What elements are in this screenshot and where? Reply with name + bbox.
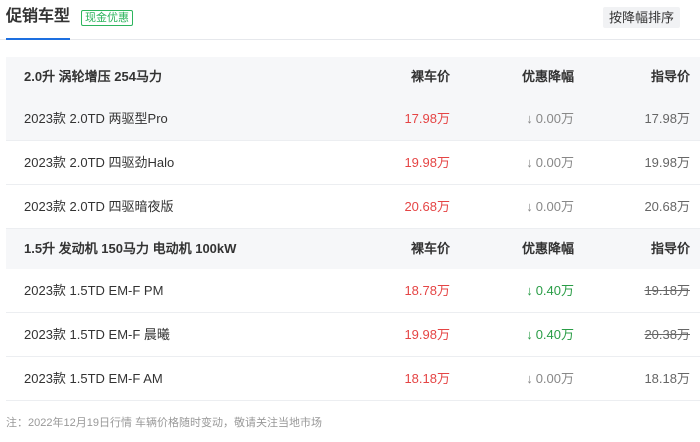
bare-price: 19.98万 — [404, 327, 450, 342]
bare-price: 18.18万 — [404, 371, 450, 386]
price-drop: ↓ 0.40万 — [526, 313, 574, 357]
price-drop-value: 0.00万 — [535, 371, 574, 386]
arrow-down-icon: ↓ — [526, 111, 533, 126]
active-tab-indicator — [6, 38, 70, 40]
arrow-down-icon: ↓ — [526, 327, 533, 342]
guide-price: 20.38万 — [644, 327, 690, 342]
price-drop-value: 0.40万 — [535, 283, 574, 298]
page-header: 促销车型 现金优惠 按降幅排序 — [0, 0, 700, 40]
guide-price: 20.68万 — [644, 199, 690, 214]
cash-discount-badge: 现金优惠 — [81, 10, 133, 26]
price-drop-value: 0.40万 — [535, 327, 574, 342]
arrow-down-icon: ↓ — [526, 283, 533, 298]
table-row[interactable]: 2023款 2.0TD 四驱劲Halo 19.98万 ↓ 0.00万 19.98万 — [6, 141, 700, 185]
table-row[interactable]: 2023款 1.5TD EM-F 晨曦 19.98万 ↓ 0.40万 20.38万 — [6, 313, 700, 357]
promo-table: 2.0升 涡轮增压 254马力 裸车价 优惠降幅 指导价 2023款 2.0TD 两驱型… — [6, 57, 700, 401]
bare-price: 19.98万 — [404, 155, 450, 170]
column-header-price: 裸车价 — [410, 69, 450, 84]
model-name-link[interactable]: 2023款 2.0TD 两驱型Pro — [24, 97, 168, 141]
price-drop-value: 0.00万 — [535, 155, 574, 170]
column-header-guide: 指导价 — [650, 69, 690, 84]
bare-price: 17.98万 — [404, 111, 450, 126]
price-drop: ↓ 0.00万 — [526, 97, 574, 141]
tab-promo-models[interactable]: 促销车型 — [6, 6, 70, 28]
engine-spec-label: 2.0升 涡轮增压 254马力 — [24, 69, 162, 84]
arrow-down-icon: ↓ — [526, 371, 533, 386]
model-name-link[interactable]: 2023款 1.5TD EM-F AM — [24, 357, 163, 401]
sort-by-drop-button[interactable]: 按降幅排序 — [603, 7, 680, 28]
model-name-link[interactable]: 2023款 1.5TD EM-F PM — [24, 269, 163, 313]
bare-price: 18.78万 — [404, 283, 450, 298]
arrow-down-icon: ↓ — [526, 199, 533, 214]
column-header-guide: 指导价 — [650, 241, 690, 256]
table-row[interactable]: 2023款 2.0TD 两驱型Pro 17.98万 ↓ 0.00万 17.98万 — [6, 97, 700, 141]
footnote: 注：2022年12月19日行情 车辆价格随时变动，敬请关注当地市场 — [6, 417, 322, 429]
table-row[interactable]: 2023款 2.0TD 四驱暗夜版 20.68万 ↓ 0.00万 20.68万 — [6, 185, 700, 229]
model-name-link[interactable]: 2023款 2.0TD 四驱劲Halo — [24, 141, 174, 185]
price-drop: ↓ 0.40万 — [526, 269, 574, 313]
model-name-link[interactable]: 2023款 2.0TD 四驱暗夜版 — [24, 185, 174, 229]
arrow-down-icon: ↓ — [526, 155, 533, 170]
guide-price: 19.18万 — [644, 283, 690, 298]
model-name-link[interactable]: 2023款 1.5TD EM-F 晨曦 — [24, 313, 170, 357]
column-header-drop: 优惠降幅 — [521, 69, 574, 84]
price-drop: ↓ 0.00万 — [526, 141, 574, 185]
price-drop-value: 0.00万 — [535, 111, 574, 126]
price-drop: ↓ 0.00万 — [526, 357, 574, 401]
engine-group-header: 1.5升 发动机 150马力 电动机 100kW 裸车价 优惠降幅 指导价 — [6, 229, 700, 269]
guide-price: 19.98万 — [644, 155, 690, 170]
price-drop-value: 0.00万 — [535, 199, 574, 214]
table-row[interactable]: 2023款 1.5TD EM-F AM 18.18万 ↓ 0.00万 18.18万 — [6, 357, 700, 401]
engine-group-header: 2.0升 涡轮增压 254马力 裸车价 优惠降幅 指导价 — [6, 57, 700, 97]
guide-price: 18.18万 — [644, 371, 690, 386]
column-header-drop: 优惠降幅 — [521, 241, 574, 256]
column-header-price: 裸车价 — [410, 241, 450, 256]
table-row[interactable]: 2023款 1.5TD EM-F PM 18.78万 ↓ 0.40万 19.18万 — [6, 269, 700, 313]
engine-spec-label: 1.5升 发动机 150马力 电动机 100kW — [24, 241, 237, 256]
bare-price: 20.68万 — [404, 199, 450, 214]
guide-price: 17.98万 — [644, 111, 690, 126]
price-drop: ↓ 0.00万 — [526, 185, 574, 229]
